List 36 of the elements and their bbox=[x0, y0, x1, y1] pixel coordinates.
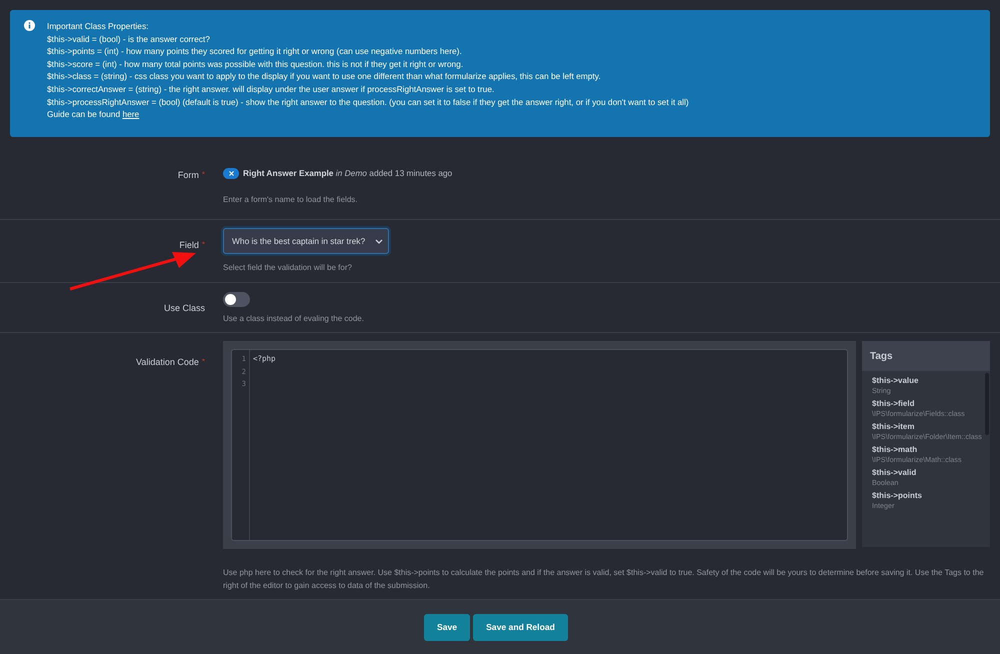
info-line: $this->correctAnswer = (string) - the right answer. will display under the user answer if processRightAnswer is set to true. bbox=[47, 82, 496, 96]
save-button[interactable]: Save and Reload bbox=[473, 614, 568, 640]
field-select[interactable]: Who is the best captain in star trek? bbox=[223, 228, 389, 254]
tag-name[interactable]: $this->valid bbox=[872, 467, 980, 478]
chevron-down-icon bbox=[375, 238, 383, 244]
tag-name[interactable]: $this->value bbox=[872, 375, 980, 386]
tag-name[interactable]: $this->math bbox=[872, 444, 980, 455]
close-icon bbox=[228, 170, 234, 176]
tag-name[interactable]: $this->field bbox=[872, 398, 980, 409]
required-mark: * bbox=[202, 170, 205, 181]
field-label: Field bbox=[179, 240, 199, 252]
info-title: Important Class Properties: bbox=[47, 20, 150, 33]
info-line: $this->processRightAnswer = (bool) (default is true) - show the right answer to the question. (you can set it to false if they get the answer right, or if you don't want to set it all) bbox=[47, 96, 689, 108]
guide-text: Guide can be found bbox=[47, 109, 120, 120]
info-line: $this->valid = (bool) - is the answer correct? bbox=[47, 32, 211, 46]
tags-title: Tags bbox=[862, 341, 990, 371]
required-mark: * bbox=[202, 357, 205, 368]
info-line: $this->points = (int) - how many points they scored for getting it right or wrong (can use negative numbers here). bbox=[47, 45, 463, 58]
field-label: Validation Code bbox=[136, 357, 199, 369]
field-label: Use Class bbox=[164, 303, 205, 315]
save-button[interactable]: Save bbox=[424, 614, 470, 640]
field-label: Form bbox=[178, 170, 199, 182]
form-token: Right Answer Example in Demo added 13 minutes ago bbox=[243, 168, 452, 178]
tag-name[interactable]: $this->points bbox=[872, 490, 980, 501]
info-line: $this->class = (string) - css class you want to apply to the display if you want to use one different than what formularize applies, this can be left empty. bbox=[47, 70, 602, 83]
use-class-toggle[interactable] bbox=[223, 292, 250, 307]
guide-link[interactable]: here bbox=[122, 109, 140, 120]
required-mark: * bbox=[202, 240, 205, 251]
field-hint: Enter a form's name to load the fields. bbox=[223, 194, 358, 206]
field-hint: Select field the validation will be for? bbox=[223, 262, 353, 274]
field-hint: Use a class instead of evaling the code. bbox=[223, 313, 365, 325]
remove-token-button[interactable] bbox=[223, 168, 239, 178]
info-icon bbox=[24, 20, 35, 31]
info-line: $this->score = (int) - how many total points was possible with this question. this is not if they get it right or wrong. bbox=[47, 58, 464, 70]
field-hint: Use php here to check for the right answer. Use $this->points to calculate the points and if the answer is valid, set $this->valid to true. Safety of the code will be yours to determine before saving it. Use the Tags to the right of the editor to gain access to data of the submission. bbox=[223, 567, 985, 592]
tag-name[interactable]: $this->item bbox=[872, 421, 980, 432]
